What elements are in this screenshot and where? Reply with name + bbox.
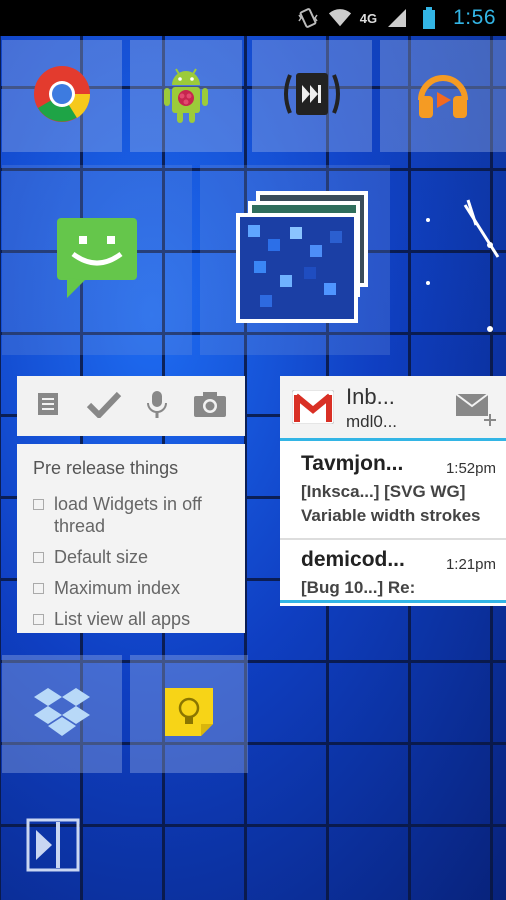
email-item[interactable]: demicod... 1:21pm [Bug 10...] Re: [280,548,506,598]
gmail-account: mdl0... [346,412,398,431]
note-icon[interactable] [35,391,61,422]
media-vibrate-icon [280,69,344,124]
camera-icon[interactable] [193,390,227,423]
app-media[interactable] [252,40,372,152]
app-keep[interactable] [130,655,248,773]
vibrate-icon [296,6,320,30]
email-subject: [Inksca...] [SVG WG] [301,482,466,501]
app-raspberry[interactable] [130,40,242,152]
email-item[interactable]: Tavmjon... 1:52pm [Inksca...] [SVG WG] V… [280,452,506,526]
gmail-header[interactable]: Inb... mdl0... [280,376,506,441]
messaging-icon [53,214,141,307]
app-dropbox[interactable] [2,655,122,773]
checkbox[interactable] [33,552,44,563]
analog-clock[interactable] [400,165,506,355]
signal-icon [385,6,409,30]
email-sender: Tavmjon... [301,452,404,475]
battery-icon [417,6,441,30]
gmail-widget[interactable]: Inb... mdl0... Tavmjon... 1:52pm [Inksca… [280,376,506,606]
panel-toggle-icon [26,818,80,876]
note-title: Pre release things [33,458,179,478]
list-item-label: Maximum index [54,578,181,598]
email-subject: [Bug 10...] Re: [301,578,416,597]
compose-icon[interactable] [454,392,498,431]
email-sender: demicod... [301,548,405,571]
list-item-label: load Widgets in off thread [54,494,202,536]
app-gallery[interactable] [200,165,390,355]
keep-note[interactable]: Pre release things load Widgets in off t… [17,444,245,633]
checkbox[interactable] [33,614,44,625]
list-item-label: List view all apps [54,609,191,629]
list-item[interactable]: load Widgets in off thread [33,493,229,537]
keep-icon [163,686,215,743]
clock-time: 1:56 [453,6,496,29]
app-messaging[interactable] [2,165,192,355]
headphones-icon [415,66,471,127]
checkbox[interactable] [33,583,44,594]
dropbox-icon [33,686,91,743]
wifi-icon [328,6,352,30]
gmail-icon [291,389,335,429]
app-chrome[interactable] [2,40,122,152]
chrome-icon [32,64,92,129]
checkbox[interactable] [33,499,44,510]
email-time: 1:52pm [445,460,496,477]
keep-toolbar [17,376,245,436]
email-time: 1:21pm [445,556,496,573]
status-bar: 4G 1:56 [0,0,506,36]
list-item-label: Default size [54,547,149,567]
list-item[interactable]: Default size [33,546,229,568]
microphone-icon[interactable] [146,389,168,424]
network-type: 4G [359,10,378,26]
divider [280,538,506,540]
keep-widget[interactable]: Pre release things load Widgets in off t… [17,376,245,633]
panel-switch-button[interactable] [26,818,80,872]
android-raspberry-icon [160,63,212,130]
gallery-icon [220,183,370,338]
email-snippet: Variable width strokes [301,506,481,525]
gmail-folder: Inb... [346,384,395,409]
app-play-music[interactable] [380,40,506,152]
scroll-indicator [280,600,506,603]
list-item[interactable]: Maximum index [33,577,229,599]
list-item[interactable]: List view all apps [33,608,229,630]
checkmark-icon[interactable] [86,390,122,423]
